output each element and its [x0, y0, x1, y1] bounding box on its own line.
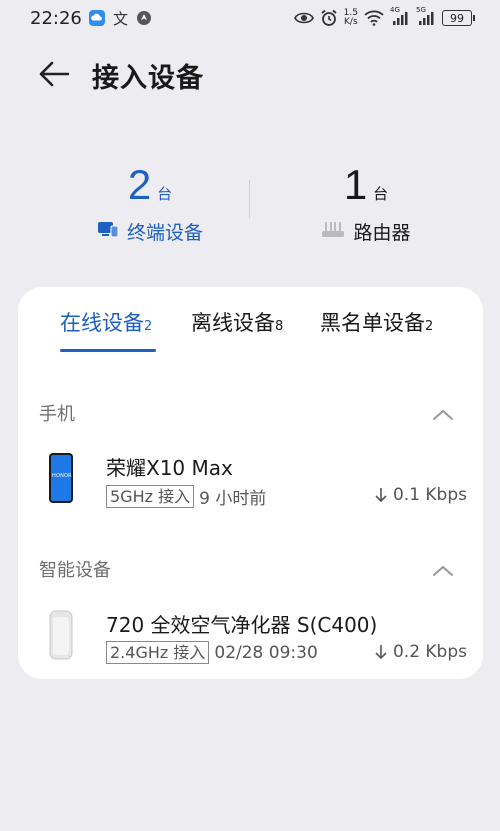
tab-offline-label: 离线设备: [191, 311, 275, 335]
section-title-phones: 手机: [39, 404, 75, 425]
tab-online-count: 2: [144, 319, 153, 334]
network-speed-unit: K/s: [344, 17, 358, 27]
speed-value: 0.1 Kbps: [392, 485, 467, 505]
arrow-down-icon: [375, 488, 387, 503]
device-speed: 0.1 Kbps: [375, 485, 467, 505]
eye-comfort-icon: [293, 11, 314, 25]
tab-online-devices[interactable]: 在线设备2: [60, 307, 152, 353]
translate-icon: 文: [112, 9, 130, 27]
status-time: 22:26: [30, 7, 82, 29]
page-title: 接入设备: [92, 63, 204, 94]
router-count: 1: [343, 161, 368, 208]
device-tabs: 在线设备2 离线设备8 黑名单设备2: [18, 307, 483, 357]
device-row[interactable]: HONOR 荣耀X10 Max 5GHz 接入 9 小时前 0.1 Kbps: [18, 452, 483, 522]
active-tab-indicator: [60, 349, 156, 352]
signal-2-label: 5G: [416, 6, 426, 14]
back-button[interactable]: [36, 56, 72, 92]
tab-online-label: 在线设备: [60, 311, 144, 335]
device-meta: 2.4GHz 接入 02/28 09:30: [106, 641, 318, 664]
page-header: 接入设备: [0, 52, 500, 96]
band-tag: 5GHz 接入: [106, 485, 195, 508]
terminal-label: 终端设备: [126, 222, 203, 244]
alarm-icon: [320, 9, 338, 27]
battery-level: 99: [450, 11, 464, 25]
tab-blacklist-label: 黑名单设备: [320, 311, 425, 335]
wifi-icon: [364, 10, 384, 26]
air-purifier-icon: [48, 609, 74, 665]
device-name: 荣耀X10 Max: [106, 456, 233, 480]
signal-1-label: 4G: [390, 6, 400, 14]
arrow-down-icon: [375, 645, 387, 660]
tab-blacklist-count: 2: [425, 319, 434, 334]
router-stat[interactable]: 1 台 路由器: [266, 160, 466, 245]
last-seen: 02/28 09:30: [214, 642, 318, 663]
device-list-card: 在线设备2 离线设备8 黑名单设备2 手机 HONOR 荣耀X10 Max 5G…: [18, 287, 483, 679]
device-summary: 2 台 终端设备 1 台 路由器: [0, 160, 500, 250]
cellular-signal-1-icon: 4G: [390, 6, 410, 26]
svg-text:文: 文: [113, 10, 128, 27]
last-seen: 9 小时前: [199, 489, 267, 509]
cellular-signal-2-icon: 5G: [416, 6, 436, 26]
tab-blacklist-devices[interactable]: 黑名单设备2: [320, 307, 433, 353]
tab-offline-count: 8: [275, 319, 284, 334]
device-name: 720 全效空气净化器 S(C400): [106, 613, 378, 637]
summary-divider: [249, 180, 250, 218]
router-label: 路由器: [353, 222, 411, 244]
collapse-phones-chevron-up-icon[interactable]: [431, 403, 455, 427]
section-title-smart-devices: 智能设备: [39, 560, 111, 581]
terminal-device-icon: [97, 220, 119, 243]
router-unit: 台: [373, 185, 389, 203]
status-bar-right: 1.5 K/s 4G 5G 99: [293, 6, 475, 27]
terminal-devices-stat[interactable]: 2 台 终端设备: [50, 160, 250, 245]
phone-device-icon: HONOR: [48, 452, 74, 508]
collapse-smart-devices-chevron-up-icon[interactable]: [431, 559, 455, 583]
terminal-count: 2: [127, 161, 152, 208]
device-row[interactable]: 720 全效空气净化器 S(C400) 2.4GHz 接入 02/28 09:3…: [18, 609, 483, 679]
back-arrow-icon: [39, 61, 69, 87]
tab-offline-devices[interactable]: 离线设备8: [191, 307, 283, 353]
band-tag: 2.4GHz 接入: [106, 641, 210, 664]
device-meta: 5GHz 接入 9 小时前: [106, 484, 266, 509]
speed-value: 0.2 Kbps: [392, 642, 467, 662]
router-icon: [321, 220, 345, 243]
status-bar-left: 22:26 文: [30, 8, 152, 29]
terminal-unit: 台: [157, 185, 173, 203]
device-speed: 0.2 Kbps: [375, 642, 467, 662]
cloud-notification-icon: [88, 9, 106, 27]
location-app-icon: [136, 10, 152, 26]
phone-brand-mark: HONOR: [52, 473, 72, 479]
network-speed: 1.5 K/s: [344, 9, 358, 27]
battery-icon: 99: [442, 10, 475, 26]
status-bar: 22:26 文 1.5 K/s 4G 5G 99: [0, 0, 500, 36]
